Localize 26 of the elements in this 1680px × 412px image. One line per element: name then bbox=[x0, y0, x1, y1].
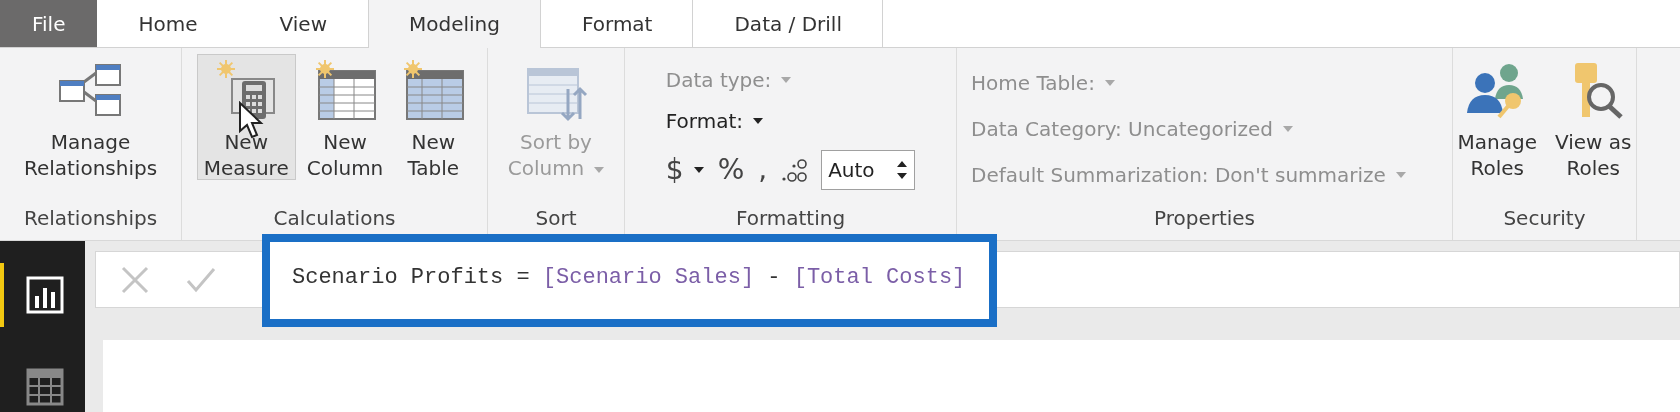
group-label: Sort bbox=[534, 206, 578, 232]
ribbon-tab[interactable]: File bbox=[0, 0, 98, 47]
comma-button[interactable]: , bbox=[758, 153, 768, 187]
currency-button[interactable]: $ bbox=[665, 153, 704, 187]
ribbon-button[interactable]: View as Roles bbox=[1548, 54, 1639, 180]
ribbon-button[interactable]: Manage Relationships bbox=[16, 54, 165, 180]
format-dropdown[interactable]: Format: bbox=[665, 109, 916, 133]
ribbon-button[interactable]: New Table bbox=[394, 54, 473, 180]
table-icon bbox=[313, 59, 377, 123]
ribbon-button[interactable]: Manage Roles bbox=[1450, 54, 1544, 180]
check-icon[interactable] bbox=[186, 266, 216, 293]
formula-text[interactable]: Scenario Profits = [Scenario Sales] - [Total Costs] bbox=[292, 265, 966, 290]
decimal-places-field[interactable]: Auto bbox=[821, 149, 916, 190]
group-label: Security bbox=[1502, 206, 1587, 232]
ribbon-tab[interactable]: Modeling bbox=[368, 0, 541, 48]
grid-icon bbox=[25, 368, 64, 406]
decimal-places-icon[interactable] bbox=[781, 156, 808, 183]
group-label: Calculations bbox=[272, 206, 397, 232]
table-icon bbox=[401, 59, 466, 123]
bar-chart-icon bbox=[25, 276, 64, 314]
ribbon-button[interactable]: New Measure bbox=[196, 54, 296, 180]
group-label: Properties bbox=[1152, 206, 1257, 232]
group-label: Relationships bbox=[22, 206, 159, 232]
group-label: Formatting bbox=[734, 206, 847, 232]
ribbon-button[interactable]: New Column bbox=[299, 54, 391, 180]
percent-button[interactable]: % bbox=[717, 153, 745, 187]
